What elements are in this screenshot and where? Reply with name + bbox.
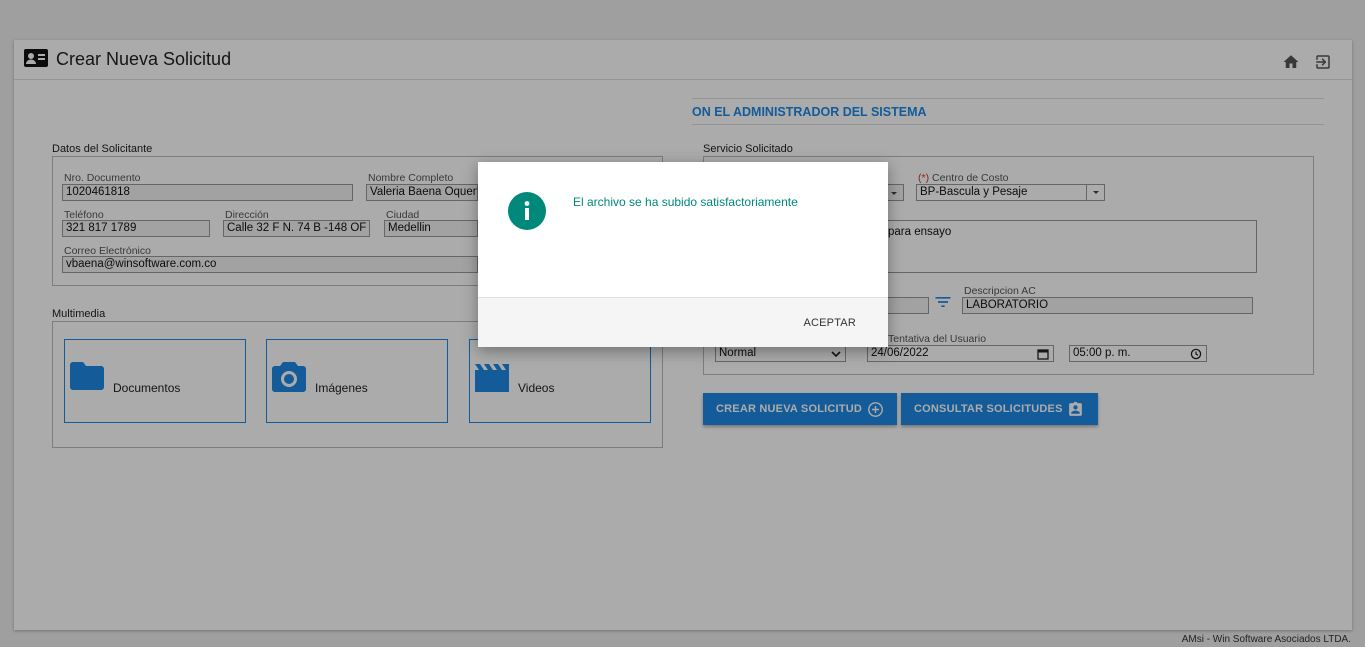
dialog-message: El archivo se ha subido satisfactoriamen… [573,195,798,209]
upload-success-dialog: El archivo se ha subido satisfactoriamen… [478,162,888,347]
info-icon [508,192,546,230]
aceptar-button[interactable]: ACEPTAR [803,317,856,329]
dialog-footer: ACEPTAR [478,297,888,347]
